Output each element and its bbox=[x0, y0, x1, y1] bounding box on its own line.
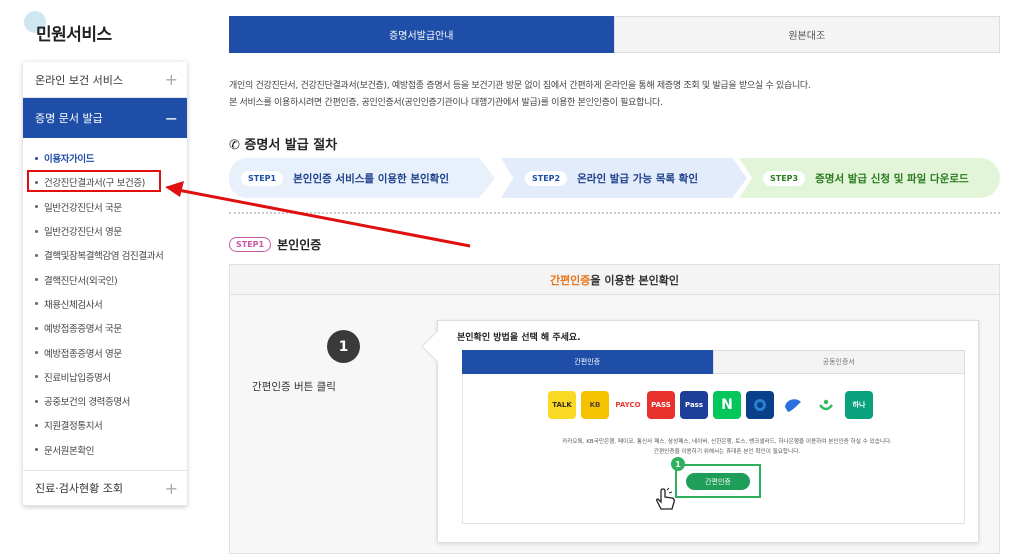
page-root: 민원서비스 온라인 보건 서비스 + 증명 문서 발급 − 이용자가이드 건강진… bbox=[0, 0, 1024, 554]
arrow-line bbox=[177, 188, 471, 248]
arrow-head-icon bbox=[165, 181, 184, 197]
red-arrow-annotation bbox=[165, 181, 471, 248]
